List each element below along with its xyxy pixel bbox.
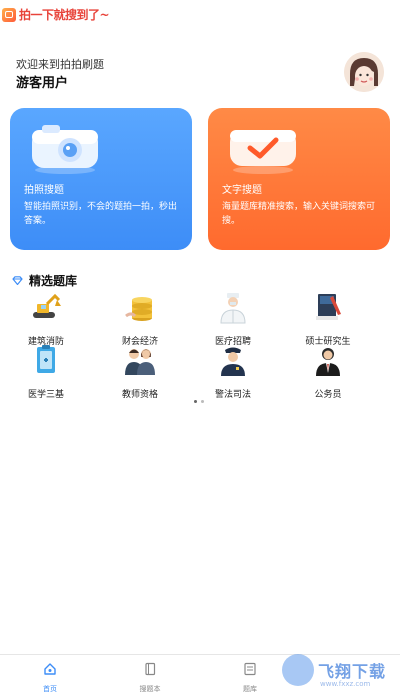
question-bank-icon bbox=[244, 662, 256, 676]
category-label: 公务员 bbox=[314, 390, 342, 400]
app-logo: 拍一下就搜到了~ bbox=[2, 6, 110, 23]
section-title: 精选题库 bbox=[29, 274, 78, 288]
site-watermark: 飞翔下载 www.fxxz.com bbox=[282, 652, 400, 696]
page-dot[interactable] bbox=[201, 400, 204, 403]
category-item[interactable]: 医学三基 bbox=[6, 343, 86, 400]
category-item[interactable]: 财会经济 bbox=[100, 290, 180, 347]
category-item[interactable]: 教师资格 bbox=[100, 343, 180, 400]
card-title: 文字搜题 bbox=[222, 185, 262, 196]
notebook-icon bbox=[145, 662, 156, 676]
police-icon bbox=[221, 347, 245, 376]
category-label: 警法司法 bbox=[214, 390, 251, 400]
books-icon bbox=[316, 294, 341, 320]
tab-question-bank[interactable]: 题库 bbox=[220, 661, 280, 694]
civil-servant-icon bbox=[316, 348, 340, 376]
tab-label: 首页 bbox=[43, 685, 57, 693]
category-item[interactable]: 公务员 bbox=[288, 343, 368, 400]
text-search-card[interactable]: 文字搜题 海量题库精准搜索，输入关键词搜索可搜。 bbox=[208, 108, 390, 250]
category-label: 教师资格 bbox=[121, 390, 158, 400]
page-indicator[interactable] bbox=[194, 400, 204, 403]
tab-label: 搜题本 bbox=[139, 685, 161, 693]
watermark-url: www.fxxz.com bbox=[320, 680, 371, 688]
category-item[interactable]: 硕士研究生 bbox=[288, 290, 368, 347]
coins-icon bbox=[125, 297, 152, 321]
message-check-illustration-icon bbox=[230, 130, 296, 174]
category-label: 医学三基 bbox=[27, 390, 64, 400]
page-dot-active[interactable] bbox=[194, 400, 197, 403]
photo-search-card[interactable]: 拍照搜题 智能拍照识别，不会的题拍一拍，秒出答案。 bbox=[10, 108, 192, 250]
watermark-logo-icon bbox=[282, 654, 314, 686]
watermark-text: 飞翔下载 bbox=[318, 662, 387, 681]
doctor-icon bbox=[220, 293, 246, 324]
tab-home[interactable]: 首页 bbox=[20, 661, 80, 694]
tab-notebook[interactable]: 搜题本 bbox=[120, 661, 180, 694]
category-item[interactable]: 建筑消防 bbox=[6, 290, 86, 347]
card-description: 海量题库精准搜索，输入关键词搜索可搜。 bbox=[222, 202, 376, 226]
category-item[interactable]: 医疗招聘 bbox=[193, 290, 273, 347]
diamond-icon bbox=[12, 276, 23, 285]
home-icon bbox=[44, 663, 56, 675]
excavator-icon bbox=[33, 293, 61, 318]
welcome-text: 欢迎来到拍拍刷题 bbox=[16, 58, 104, 71]
camera-badge-icon bbox=[2, 7, 16, 22]
username[interactable]: 游客用户 bbox=[16, 72, 68, 91]
section-header: 精选题库 bbox=[12, 272, 77, 289]
top-bar: 拍一下就搜到了~ bbox=[0, 0, 400, 36]
camera-illustration-icon bbox=[32, 125, 98, 174]
card-title: 拍照搜题 bbox=[24, 185, 64, 196]
medical-board-icon bbox=[37, 345, 55, 373]
logo-slogan: 拍一下就搜到了~ bbox=[19, 8, 110, 22]
tab-label: 题库 bbox=[243, 685, 257, 693]
avatar[interactable] bbox=[344, 52, 384, 92]
card-description: 智能拍照识别，不会的题拍一拍，秒出答案。 bbox=[24, 202, 178, 226]
category-item[interactable]: 警法司法 bbox=[193, 343, 273, 400]
teachers-icon bbox=[125, 349, 155, 375]
